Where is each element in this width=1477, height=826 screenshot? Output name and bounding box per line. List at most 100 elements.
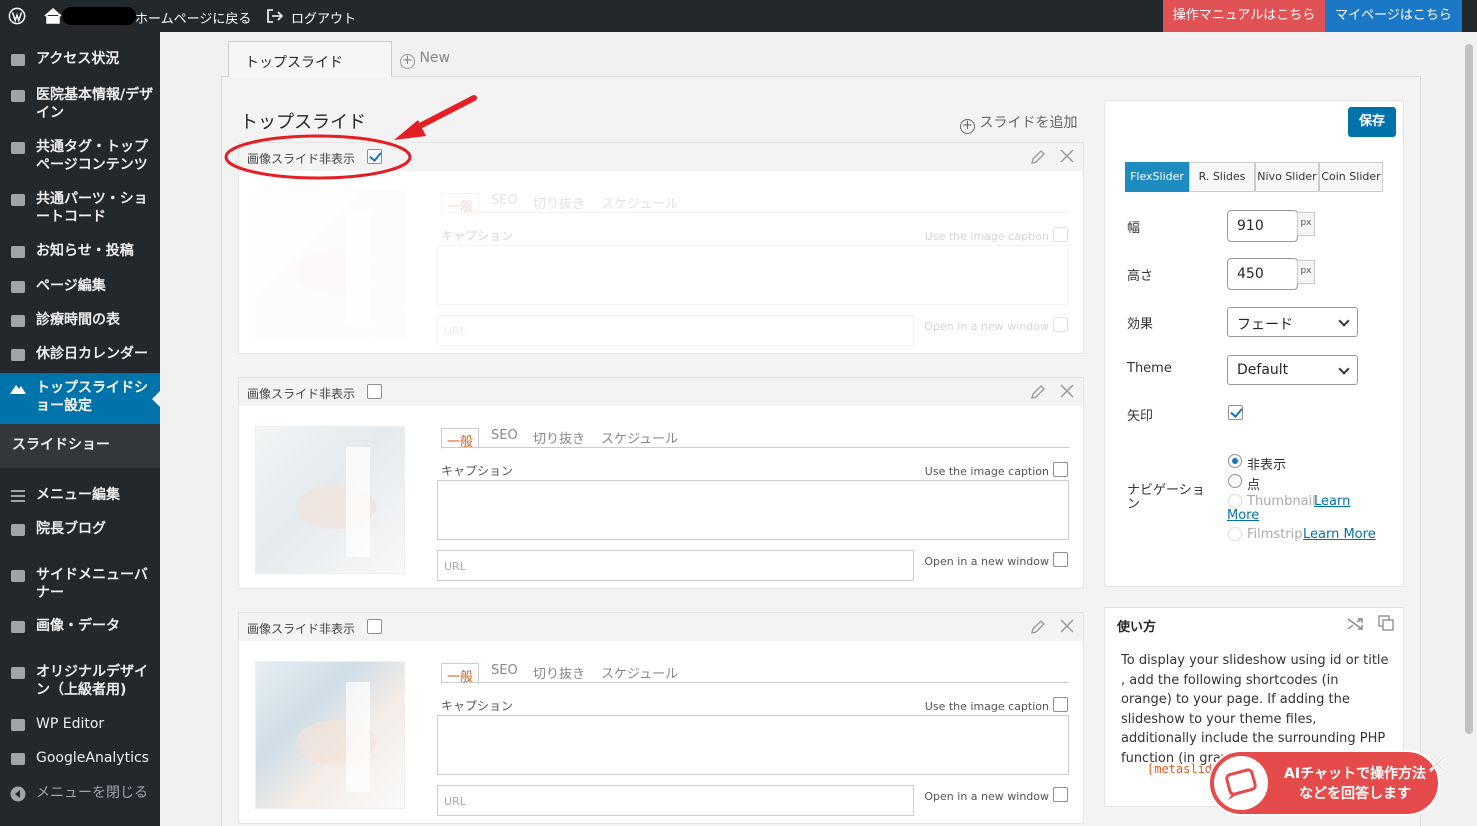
usage-title: 使い方 [1117, 620, 1157, 635]
url-input[interactable]: URL [437, 315, 914, 346]
caption-textarea[interactable] [437, 245, 1069, 305]
width-input[interactable]: 910 [1227, 210, 1298, 242]
open-new-window-checkbox[interactable] [1053, 552, 1068, 567]
use-image-caption-label: Use the image caption [924, 700, 1049, 713]
url-input[interactable]: URL [437, 550, 914, 581]
tab-schedule[interactable]: スケジュール [601, 193, 678, 212]
close-icon[interactable] [1059, 383, 1075, 399]
tab-new[interactable]: + New [400, 50, 450, 69]
tab-crop[interactable]: 切り抜き [533, 428, 585, 447]
hide-slide-checkbox[interactable] [367, 619, 382, 634]
learn-more-link-filmstrip[interactable]: Learn More [1303, 527, 1376, 542]
use-image-caption-label: Use the image caption [924, 230, 1049, 243]
nav-radio-thumbnail[interactable] [1228, 494, 1242, 508]
pencil-icon[interactable] [1029, 383, 1047, 401]
sidebar-item-3[interactable]: 共通タグ・トップ ページコンテンツ [0, 138, 160, 178]
slide-card-header: 画像スライド非表示 [239, 613, 1083, 641]
nav-radio-hidden[interactable] [1228, 454, 1242, 468]
sidebar-item-1[interactable]: アクセス状況 [0, 50, 160, 72]
hide-slide-label: 画像スライド非表示 [247, 622, 356, 636]
pencil-icon[interactable] [1029, 148, 1047, 166]
sidebar-item-label: GoogleAnalytics [36, 750, 149, 766]
pencil-icon[interactable] [1029, 618, 1047, 636]
wordpress-logo-icon[interactable] [8, 7, 26, 25]
effect-select[interactable]: フェード [1227, 307, 1358, 337]
shuffle-icon[interactable] [1347, 616, 1363, 632]
height-label: 高さ [1127, 269, 1154, 284]
slider-type-nivo[interactable]: Nivo Slider [1255, 162, 1319, 192]
sidebar-item-4[interactable]: 共通パーツ・ショ ートコード [0, 190, 160, 230]
slider-type-coin[interactable]: Coin Slider [1319, 162, 1383, 192]
sidebar-item-label: WP Editor [36, 716, 105, 732]
annotation-arrow-icon [224, 95, 477, 180]
chat-bot-icon [1214, 756, 1268, 810]
tab-general[interactable]: 一般 [441, 193, 479, 215]
mypage-button[interactable]: マイページはこちら [1325, 0, 1462, 32]
sidebar-item-7[interactable]: 診療時間の表 [0, 311, 160, 333]
slider-type-flexslider[interactable]: FlexSlider [1125, 162, 1189, 192]
ai-chat-button[interactable]: AIチャットで操作方法 などを回答します [1208, 750, 1440, 816]
home-link[interactable]: ホームページに戻る [135, 8, 251, 27]
arrows-checkbox[interactable] [1228, 405, 1243, 420]
slider-type-rslides[interactable]: R. Slides [1189, 162, 1255, 192]
tab-crop[interactable]: 切り抜き [533, 663, 585, 682]
tab-crop[interactable]: 切り抜き [533, 193, 585, 212]
learn-more-link-cont[interactable]: More [1227, 508, 1259, 523]
logout-link[interactable]: ログアウト [291, 8, 356, 27]
sidebar-item-6[interactable]: ページ編集 [0, 277, 160, 299]
sidebar-item-13[interactable]: サイドメニューバ ナー [0, 566, 160, 606]
open-new-window-checkbox[interactable] [1053, 317, 1068, 332]
theme-select[interactable]: Default [1227, 355, 1358, 385]
sidebar-item-16[interactable]: WP Editor [0, 715, 160, 737]
effect-value: フェード [1237, 317, 1293, 333]
hide-slide-checkbox[interactable] [367, 384, 382, 399]
tab-schedule[interactable]: スケジュール [601, 663, 678, 682]
tab-top-slide[interactable]: トップスライド [228, 41, 392, 77]
caption-textarea[interactable] [437, 480, 1069, 540]
sidebar-item-10[interactable]: スライドショー [0, 424, 160, 468]
tab-schedule[interactable]: スケジュール [601, 428, 678, 447]
sidebar-item-18[interactable]: メニューを閉じる [0, 784, 160, 806]
slide-thumbnail[interactable] [255, 191, 405, 339]
use-image-caption-checkbox[interactable] [1053, 227, 1068, 242]
height-input[interactable]: 450 [1227, 258, 1298, 290]
tab-general[interactable]: 一般 [441, 663, 479, 685]
url-input[interactable]: URL [437, 785, 914, 816]
slide-thumbnail[interactable] [255, 661, 405, 809]
tab-seo[interactable]: SEO [491, 193, 518, 208]
sidebar-item-14[interactable]: 画像・データ [0, 617, 160, 639]
sidebar-item-9[interactable]: トップスライドシ ョー設定 [0, 373, 160, 424]
manual-button[interactable]: 操作マニュアルはこちら [1163, 0, 1325, 32]
slide-thumbnail[interactable] [255, 426, 405, 574]
nav-radio-dots[interactable] [1228, 474, 1242, 488]
sidebar-item-15[interactable]: オリジナルデザイ ン（上級者用) [0, 663, 160, 703]
caption-textarea[interactable] [437, 715, 1069, 775]
tab-new-label: New [419, 50, 450, 66]
nav-radio-filmstrip[interactable] [1228, 527, 1242, 541]
active-indicator-icon [152, 391, 160, 407]
use-image-caption-checkbox[interactable] [1053, 697, 1068, 712]
sidebar-item-5[interactable]: お知らせ・投稿 [0, 242, 160, 264]
close-icon[interactable] [1059, 618, 1075, 634]
sidebar-item-2[interactable]: 医院基本情報/デザ イン [0, 86, 160, 126]
scrollbar-thumb[interactable] [1465, 44, 1473, 734]
learn-more-link[interactable]: Learn [1314, 494, 1350, 509]
add-slide-button[interactable]: + スライドを追加 [960, 112, 1077, 134]
page-scrollbar[interactable] [1462, 32, 1477, 826]
sidebar-item-12[interactable]: 院長ブログ [0, 520, 160, 542]
sidebar-item-11[interactable]: メニュー編集 [0, 486, 160, 508]
close-icon[interactable] [1059, 148, 1075, 164]
caption-label: キャプション [441, 464, 514, 478]
open-new-window-checkbox[interactable] [1053, 787, 1068, 802]
save-button[interactable]: 保存 [1348, 107, 1396, 137]
use-image-caption-checkbox[interactable] [1053, 462, 1068, 477]
sidebar-item-17[interactable]: GoogleAnalytics [0, 749, 160, 771]
close-icon[interactable] [1425, 752, 1449, 776]
tab-seo[interactable]: SEO [491, 663, 518, 678]
tab-seo[interactable]: SEO [491, 428, 518, 443]
copy-icon[interactable] [1378, 615, 1395, 632]
sidebar-item-8[interactable]: 休診日カレンダー [0, 345, 160, 367]
open-new-window-label: Open in a new window [924, 790, 1049, 803]
tab-general[interactable]: 一般 [441, 428, 479, 450]
sidebar-item-label: 医院基本情報/デザ イン [36, 87, 154, 121]
